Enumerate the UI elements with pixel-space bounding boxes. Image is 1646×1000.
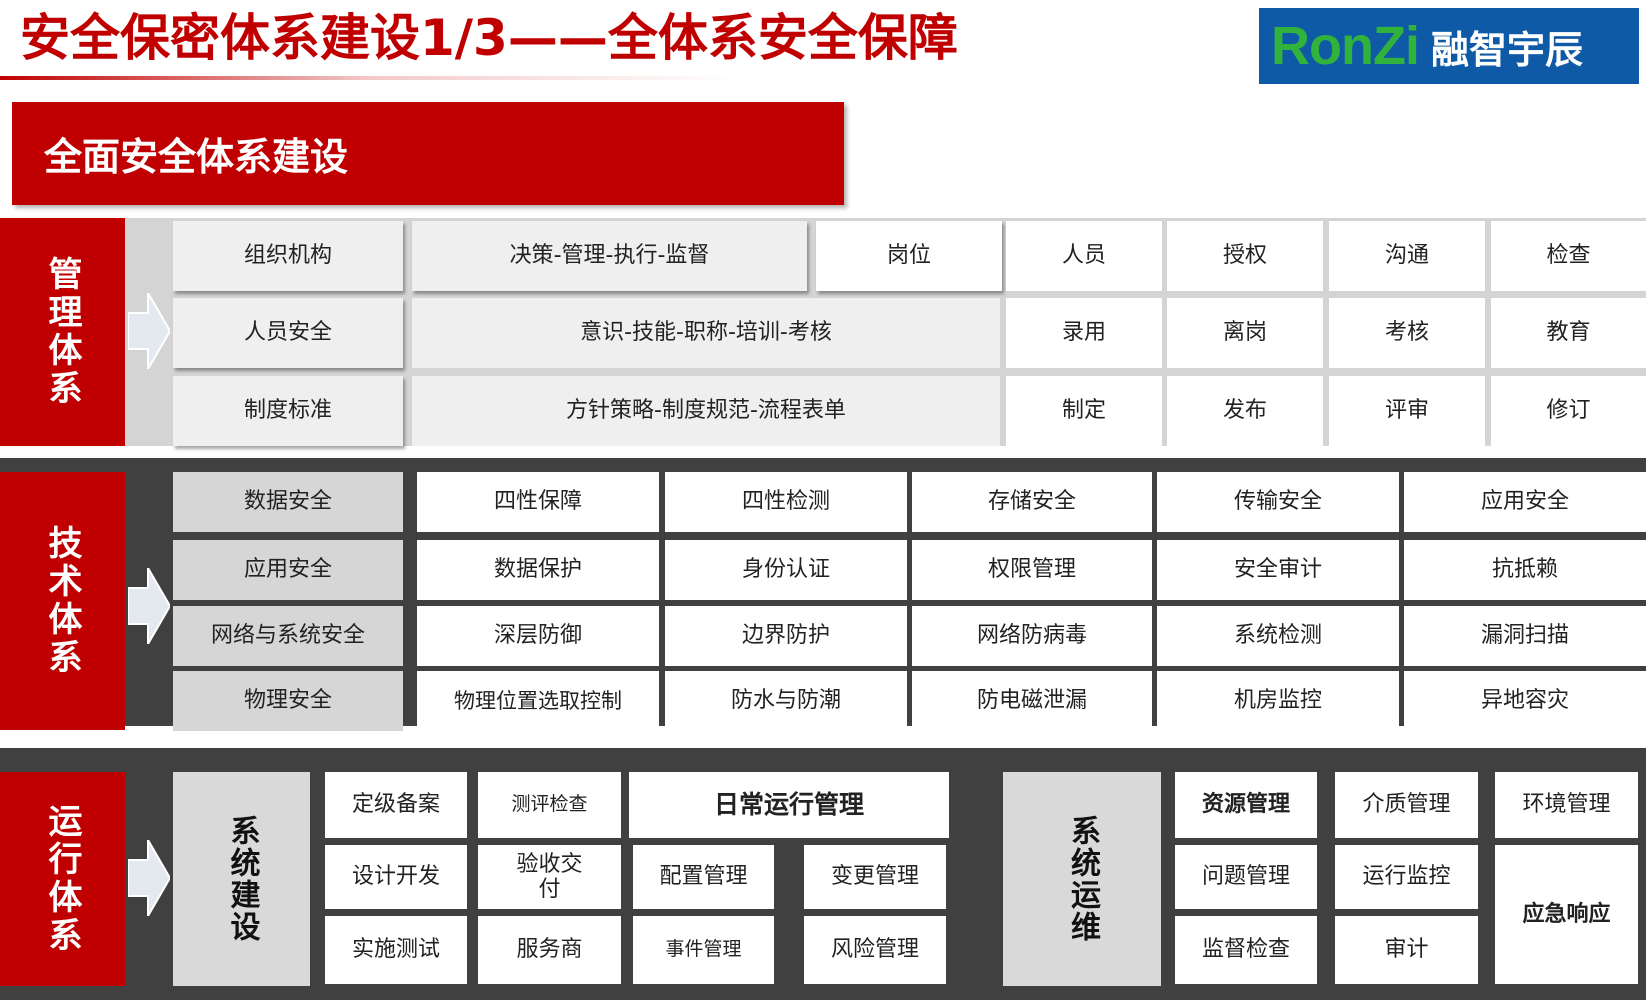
mgmt-cell: 考核 xyxy=(1329,298,1485,368)
construction-cell: 设计开发 xyxy=(325,845,467,909)
management-arrow-icon xyxy=(128,293,170,369)
tech-cell: 存储安全 xyxy=(912,472,1152,532)
construction-cell: 实施测试 xyxy=(325,916,467,984)
section-banner: 全面安全体系建设 xyxy=(12,102,844,205)
construction-cell: 测评检查 xyxy=(478,772,621,838)
daily-cell: 配置管理 xyxy=(633,845,774,909)
mgmt-cell: 教育 xyxy=(1491,298,1646,368)
tech-category: 数据安全 xyxy=(173,472,403,532)
daily-cell: 风险管理 xyxy=(804,916,946,984)
mgmt-cell: 意识-技能-职称-培训-考核 xyxy=(412,298,1000,368)
maintenance-cell: 审计 xyxy=(1335,916,1478,984)
tech-cell: 漏洞扫描 xyxy=(1404,606,1646,666)
mgmt-cell: 授权 xyxy=(1167,221,1323,291)
tech-cell: 身份认证 xyxy=(665,540,907,600)
construction-label: 系统建设 xyxy=(173,772,310,986)
mgmt-cell: 制定 xyxy=(1006,376,1162,446)
maintenance-cell: 监督检查 xyxy=(1175,916,1317,984)
logo-name: 融智宇辰 xyxy=(1430,27,1583,72)
mgmt-cell: 制度标准 xyxy=(173,376,403,446)
construction-cell: 服务商 xyxy=(478,916,621,984)
mgmt-cell: 决策-管理-执行-监督 xyxy=(412,221,807,291)
mgmt-cell: 人员安全 xyxy=(173,298,403,368)
maintenance-cell: 运行监控 xyxy=(1335,845,1478,909)
construction-cell: 验收交付 xyxy=(478,845,621,909)
mgmt-cell: 检查 xyxy=(1491,221,1646,291)
maintenance-cell: 介质管理 xyxy=(1335,772,1478,838)
tech-cell: 安全审计 xyxy=(1157,540,1399,600)
logo-brand: RonZi xyxy=(1271,16,1420,76)
operation-label: 运行体系 xyxy=(0,772,125,986)
mgmt-cell: 沟通 xyxy=(1329,221,1485,291)
tech-cell: 四性保障 xyxy=(417,472,659,532)
tech-cell: 防水与防潮 xyxy=(665,671,907,731)
daily-header: 日常运行管理 xyxy=(629,772,949,838)
tech-category: 应用安全 xyxy=(173,540,403,600)
maintenance-cell: 资源管理 xyxy=(1175,772,1317,838)
mgmt-cell: 评审 xyxy=(1329,376,1485,446)
technical-arrow-icon xyxy=(128,568,170,644)
tech-cell: 边界防护 xyxy=(665,606,907,666)
mgmt-cell: 方针策略-制度规范-流程表单 xyxy=(412,376,1000,446)
daily-cell: 变更管理 xyxy=(804,845,946,909)
tech-cell: 深层防御 xyxy=(417,606,659,666)
mgmt-cell: 录用 xyxy=(1006,298,1162,368)
page-title: 安全保密体系建设1/3——全体系安全保障 xyxy=(20,9,958,67)
maintenance-cell: 应急响应 xyxy=(1495,845,1638,984)
tech-cell: 权限管理 xyxy=(912,540,1152,600)
technical-label: 技术体系 xyxy=(0,472,125,730)
maintenance-label: 系统运维 xyxy=(1003,772,1161,986)
maintenance-cell: 环境管理 xyxy=(1495,772,1638,838)
tech-cell: 系统检测 xyxy=(1157,606,1399,666)
mgmt-cell: 组织机构 xyxy=(173,221,403,291)
tech-cell: 防电磁泄漏 xyxy=(912,671,1152,731)
tech-cell: 数据保护 xyxy=(417,540,659,600)
title-underline xyxy=(0,76,740,80)
mgmt-cell: 发布 xyxy=(1167,376,1323,446)
mgmt-cell: 岗位 xyxy=(816,221,1002,291)
maintenance-cell: 问题管理 xyxy=(1175,845,1317,909)
tech-cell: 应用安全 xyxy=(1404,472,1646,532)
daily-cell: 事件管理 xyxy=(633,916,774,984)
mgmt-cell: 修订 xyxy=(1491,376,1646,446)
mgmt-cell: 人员 xyxy=(1006,221,1162,291)
tech-cell: 传输安全 xyxy=(1157,472,1399,532)
tech-cell: 抗抵赖 xyxy=(1404,540,1646,600)
management-label: 管理体系 xyxy=(0,218,125,446)
tech-cell: 网络防病毒 xyxy=(912,606,1152,666)
operation-arrow-icon xyxy=(128,840,170,916)
tech-category: 物理安全 xyxy=(173,671,403,731)
tech-cell: 物理位置选取控制 xyxy=(417,671,659,731)
mgmt-cell: 离岗 xyxy=(1167,298,1323,368)
tech-cell: 机房监控 xyxy=(1157,671,1399,731)
logo: RonZi 融智宇辰 xyxy=(1259,8,1639,84)
tech-category: 网络与系统安全 xyxy=(173,606,403,666)
construction-cell: 定级备案 xyxy=(325,772,467,838)
tech-cell: 异地容灾 xyxy=(1404,671,1646,731)
section-banner-text: 全面安全体系建设 xyxy=(44,135,349,179)
tech-cell: 四性检测 xyxy=(665,472,907,532)
